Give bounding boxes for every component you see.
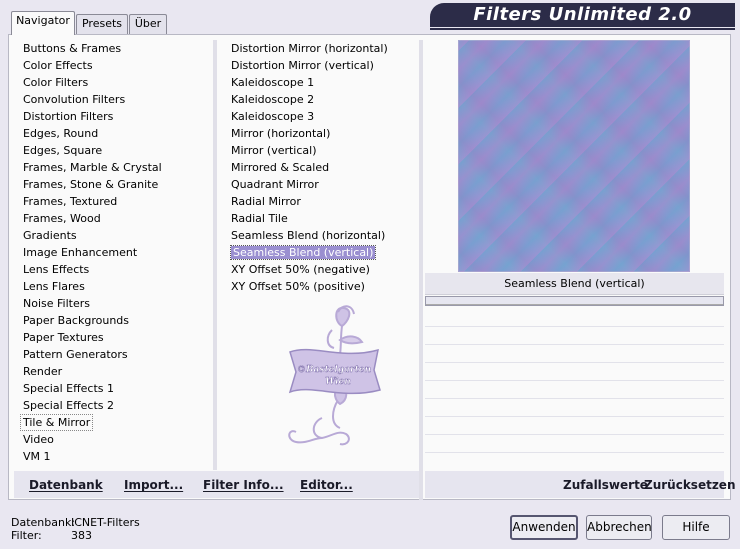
tab-presets[interactable]: Presets (76, 14, 128, 34)
category-item[interactable]: Color Effects (20, 57, 210, 74)
parameter-row (425, 344, 724, 345)
filter-info-button[interactable]: Filter Info... (203, 478, 284, 492)
reset-button[interactable]: Zurücksetzen (644, 478, 735, 492)
editor-button[interactable]: Editor... (300, 478, 353, 492)
category-item[interactable]: Frames, Wood (20, 210, 210, 227)
help-button[interactable]: Hilfe (662, 515, 730, 540)
watermark-line1: ©Bastelgarten (297, 365, 371, 375)
category-item[interactable]: Lens Effects (20, 261, 210, 278)
filter-item[interactable]: Radial Tile (228, 210, 418, 227)
parameter-row (425, 326, 724, 327)
category-item[interactable]: Edges, Square (20, 142, 210, 159)
filter-item[interactable]: Kaleidoscope 2 (228, 91, 418, 108)
control-slider-thumb[interactable] (426, 297, 723, 305)
apply-button[interactable]: Anwenden (510, 515, 578, 540)
category-item[interactable]: Frames, Textured (20, 193, 210, 210)
filter-item[interactable]: Quadrant Mirror (228, 176, 418, 193)
category-item[interactable]: Convolution Filters (20, 91, 210, 108)
filter-count-value: 383 (71, 529, 92, 542)
category-item-selected[interactable]: Tile & Mirror (20, 414, 94, 431)
category-item[interactable]: Frames, Marble & Crystal (20, 159, 210, 176)
filter-item[interactable]: Kaleidoscope 3 (228, 108, 418, 125)
filter-item[interactable]: Distortion Mirror (horizontal) (228, 40, 418, 57)
database-status-label: Datenbank: (11, 516, 76, 529)
filter-item[interactable]: Mirror (horizontal) (228, 125, 418, 142)
category-item[interactable]: Render (20, 363, 210, 380)
filter-item-label: Mirror (vertical) (231, 144, 317, 157)
import-button[interactable]: Import... (124, 478, 183, 492)
filter-item-label: Quadrant Mirror (231, 178, 319, 191)
filter-item[interactable]: XY Offset 50% (positive) (228, 278, 418, 295)
random-values-button[interactable]: Zufallswerte (563, 478, 648, 492)
category-item[interactable]: Special Effects 1 (20, 380, 210, 397)
category-item[interactable]: Special Effects 2 (20, 397, 210, 414)
category-item[interactable]: Video (20, 431, 210, 448)
filter-item-label: Seamless Blend (horizontal) (231, 229, 386, 242)
filter-item-label: Kaleidoscope 3 (231, 110, 315, 123)
category-item[interactable]: Paper Backgrounds (20, 312, 210, 329)
category-item[interactable]: Noise Filters (20, 295, 210, 312)
filter-item-label: Mirror (horizontal) (231, 127, 331, 140)
filter-item-label: Kaleidoscope 1 (231, 76, 315, 89)
header-underline (430, 28, 735, 30)
category-item[interactable]: Edges, Round (20, 125, 210, 142)
filter-list: Distortion Mirror (horizontal) Distortio… (228, 40, 418, 295)
category-item[interactable]: VM 1 (20, 448, 210, 465)
category-item[interactable]: Distortion Filters (20, 108, 210, 125)
parameter-row (425, 362, 724, 363)
watermark-logo: ©Bastelgarten Wien (282, 300, 387, 450)
filter-item-label: XY Offset 50% (positive) (231, 280, 365, 293)
filter-item[interactable]: XY Offset 50% (negative) (228, 261, 418, 278)
preview-pattern (458, 40, 690, 272)
parameter-row (425, 416, 724, 417)
app-title: Filters Unlimited 2.0 (473, 4, 692, 25)
filter-item-label: Distortion Mirror (vertical) (231, 59, 374, 72)
category-item[interactable]: Buttons & Frames (20, 40, 210, 57)
filter-item-label: Seamless Blend (vertical) (229, 245, 377, 260)
filter-item[interactable]: Seamless Blend (horizontal) (228, 227, 418, 244)
category-item[interactable]: Lens Flares (20, 278, 210, 295)
parameter-row (425, 398, 724, 399)
filter-item[interactable]: Radial Mirror (228, 193, 418, 210)
column-divider (213, 40, 217, 470)
filter-item-label: Mirrored & Scaled (231, 161, 330, 174)
parameter-row (425, 452, 724, 453)
category-item[interactable]: Paper Textures (20, 329, 210, 346)
selected-filter-name: Seamless Blend (vertical) (425, 273, 724, 295)
filter-item[interactable]: Mirror (vertical) (228, 142, 418, 159)
filter-item-selected[interactable]: Seamless Blend (vertical) (228, 244, 418, 261)
filter-item-label: Distortion Mirror (horizontal) (231, 42, 388, 55)
category-item[interactable]: Image Enhancement (20, 244, 210, 261)
filter-item[interactable]: Kaleidoscope 1 (228, 74, 418, 91)
column-divider (419, 40, 423, 500)
category-item[interactable]: Gradients (20, 227, 210, 244)
filter-item[interactable]: Mirrored & Scaled (228, 159, 418, 176)
tab-uber[interactable]: Über (129, 14, 167, 34)
parameter-row (425, 434, 724, 435)
tab-navigator[interactable]: Navigator (11, 11, 75, 35)
database-status-value: ICNET-Filters (71, 516, 140, 529)
flower-ornament-icon: ©Bastelgarten Wien (288, 305, 381, 446)
filter-item-label: Radial Tile (231, 212, 288, 225)
filter-item[interactable]: Distortion Mirror (vertical) (228, 57, 418, 74)
database-button[interactable]: Datenbank (29, 478, 103, 492)
filter-item-label: Radial Mirror (231, 195, 301, 208)
filter-count-label: Filter: (11, 529, 42, 542)
watermark-line2: Wien (325, 377, 351, 387)
cancel-button[interactable]: Abbrechen (586, 515, 652, 540)
category-item[interactable]: Pattern Generators (20, 346, 210, 363)
filter-item-label: XY Offset 50% (negative) (231, 263, 370, 276)
category-list: Buttons & Frames Color Effects Color Fil… (20, 40, 210, 465)
filter-item-label: Kaleidoscope 2 (231, 93, 315, 106)
category-item[interactable]: Frames, Stone & Granite (20, 176, 210, 193)
category-item[interactable]: Color Filters (20, 74, 210, 91)
parameter-row (425, 380, 724, 381)
